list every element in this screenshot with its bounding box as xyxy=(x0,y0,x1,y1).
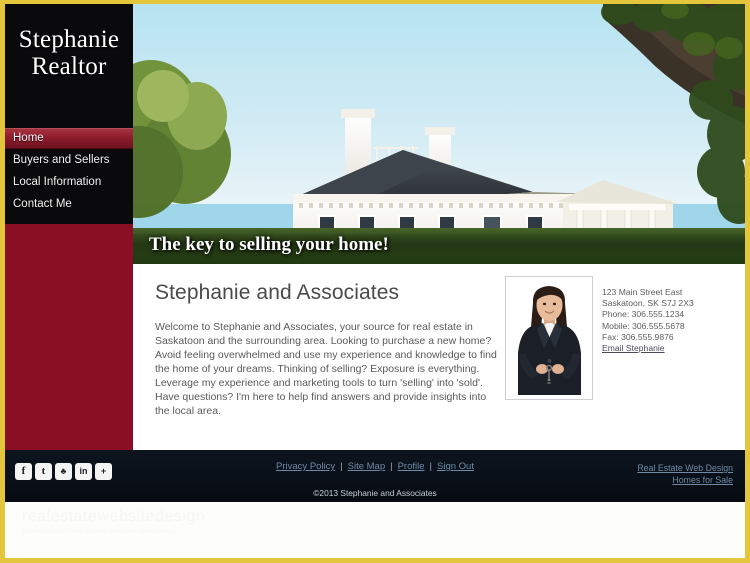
site-logo: Stephanie Realtor xyxy=(5,26,133,80)
brand-box: Stephanie Realtor xyxy=(5,4,133,128)
footer-credits: Real Estate Web Design Homes for Sale xyxy=(637,462,733,486)
agent-photo xyxy=(505,276,593,400)
contact-city: Saskatoon, SK S7J 2X3 xyxy=(602,298,694,309)
footer-link-site-map[interactable]: Site Map xyxy=(348,461,386,472)
footer: f t ♣ in + Privacy Policy | Site Map | Profi… xyxy=(5,450,745,502)
contact-mobile: Mobile: 306.555.5678 xyxy=(602,320,685,331)
brand-line-2: Realtor xyxy=(31,53,107,80)
footer-link-privacy-policy[interactable]: Privacy Policy xyxy=(276,461,335,472)
main-navigation: Home Buyers and Sellers Local Informatio… xyxy=(5,128,133,224)
footer-link-separator: | xyxy=(390,461,393,472)
footer-link-sign-out[interactable]: Sign Out xyxy=(437,461,474,472)
contact-fax: Fax: 306.555.9876 xyxy=(602,331,674,342)
contact-street: 123 Main Street East xyxy=(602,287,683,297)
sidebar: Stephanie Realtor Home Buyers and Seller… xyxy=(5,4,133,450)
footer-link-separator: | xyxy=(340,461,343,472)
website-shell: The key to selling your home! Stephanie … xyxy=(5,4,745,502)
brand-line-1: Stephanie xyxy=(18,26,120,53)
contact-phone: Phone: 306.555.1234 xyxy=(602,309,685,320)
tagline-text: The key to selling your home! xyxy=(149,234,389,255)
nav-item-buyers-and-sellers[interactable]: Buyers and Sellers xyxy=(5,150,133,171)
nav-item-home[interactable]: Home xyxy=(5,128,133,149)
watermark-subtext: professional real estate website templat… xyxy=(22,526,175,535)
contact-info: 123 Main Street East Saskatoon, SK S7J 2… xyxy=(602,287,722,354)
intro-paragraph: Welcome to Stephanie and Associates, you… xyxy=(155,321,497,417)
footer-link-profile[interactable]: Profile xyxy=(398,461,425,472)
nav-item-local-information[interactable]: Local Information xyxy=(5,172,133,193)
email-stephanie-link[interactable]: Email Stephanie xyxy=(602,343,722,354)
credit-link-homes-for-sale[interactable]: Homes for Sale xyxy=(637,474,733,486)
hero-image xyxy=(133,4,745,264)
page-root: The key to selling your home! Stephanie … xyxy=(0,0,750,563)
footer-link-separator: | xyxy=(429,461,432,472)
frame-border-right xyxy=(745,0,750,563)
tagline-band: The key to selling your home! xyxy=(133,228,745,264)
copyright-text: ©2013 Stephanie and Associates xyxy=(313,488,437,498)
agent-portrait-illustration xyxy=(506,277,592,399)
hero-photo-illustration xyxy=(133,4,745,264)
watermark-text: realestatewebsitedesign xyxy=(22,508,206,525)
nav-item-contact-me[interactable]: Contact Me xyxy=(5,194,133,215)
footer-links: Privacy Policy | Site Map | Profile | Sign Out xyxy=(5,461,745,472)
credit-link-real-estate-web-design[interactable]: Real Estate Web Design xyxy=(637,462,733,474)
frame-border-bottom xyxy=(0,558,750,563)
